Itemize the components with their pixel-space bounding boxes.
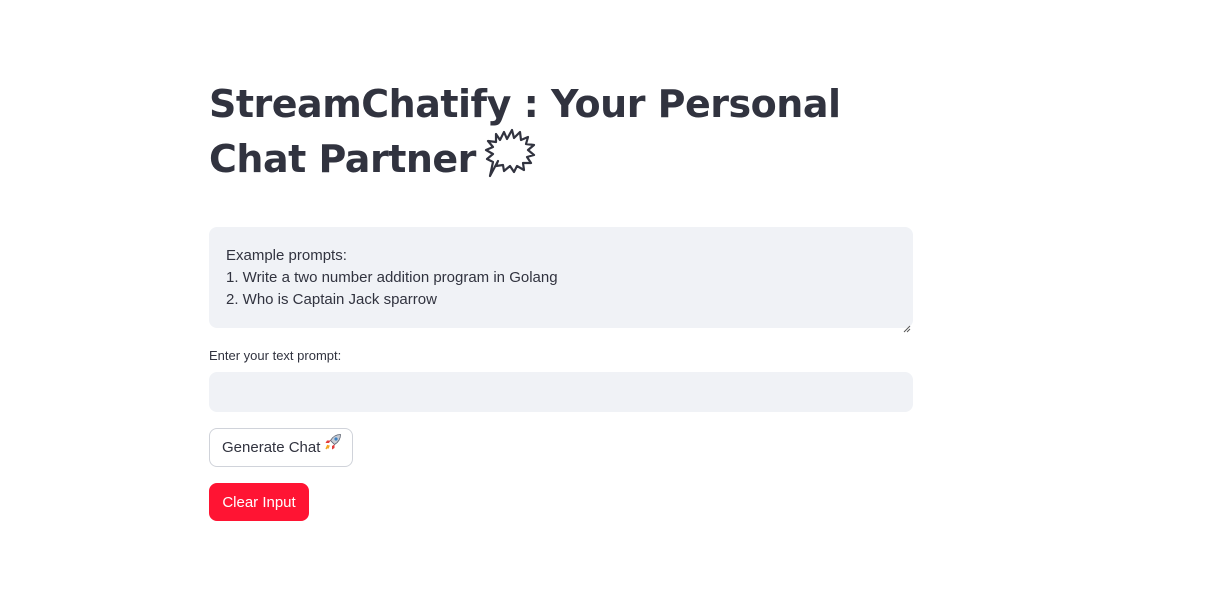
prompt-input[interactable]	[209, 372, 913, 412]
example-line-heading: Example prompts:	[226, 247, 347, 264]
example-line-1: 1. Write a two number addition program i…	[226, 269, 558, 286]
generate-chat-label: Generate Chat	[222, 439, 321, 456]
clear-input-button[interactable]: Clear Input	[209, 483, 309, 521]
generate-chat-button[interactable]: Generate Chat	[209, 428, 353, 467]
speech-bubble-icon	[484, 128, 536, 191]
example-prompts-textarea[interactable]: Example prompts: 1. Write a two number a…	[209, 227, 913, 333]
example-line-2: 2. Who is Captain Jack sparrow	[226, 291, 437, 308]
rocket-icon	[324, 428, 342, 465]
prompt-label: Enter your text prompt:	[209, 348, 342, 363]
resize-handle-icon[interactable]	[903, 318, 911, 333]
page-title: StreamChatify : Your Personal Chat Partn…	[209, 78, 913, 193]
